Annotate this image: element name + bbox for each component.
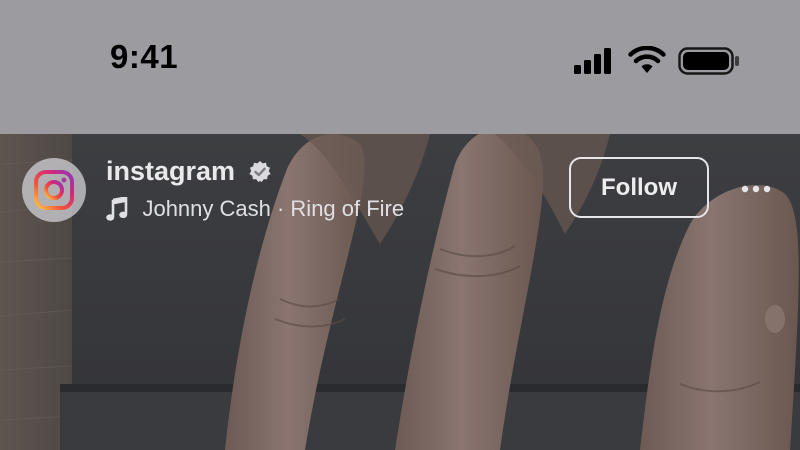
follow-button[interactable]: Follow: [569, 157, 709, 218]
cellular-signal-icon: [574, 48, 611, 74]
music-row[interactable]: Johnny Cash · Ring of Fire: [106, 196, 404, 226]
more-options-icon: [741, 185, 771, 193]
instagram-logo-icon: [34, 170, 74, 210]
music-track: Johnny Cash · Ring of Fire: [142, 196, 405, 221]
username-row: instagram: [106, 156, 272, 192]
wifi-icon: [628, 46, 666, 73]
music-note-icon: [106, 197, 128, 221]
battery-icon: [678, 47, 739, 75]
username[interactable]: instagram: [106, 156, 235, 187]
follow-label: Follow: [601, 173, 677, 201]
status-icons: [574, 44, 744, 78]
avatar[interactable]: [22, 158, 86, 222]
more-options-button[interactable]: [737, 178, 777, 200]
status-time: 9:41: [110, 38, 179, 75]
status-bar: 9:41: [0, 0, 800, 134]
verified-badge-icon: [248, 160, 271, 182]
